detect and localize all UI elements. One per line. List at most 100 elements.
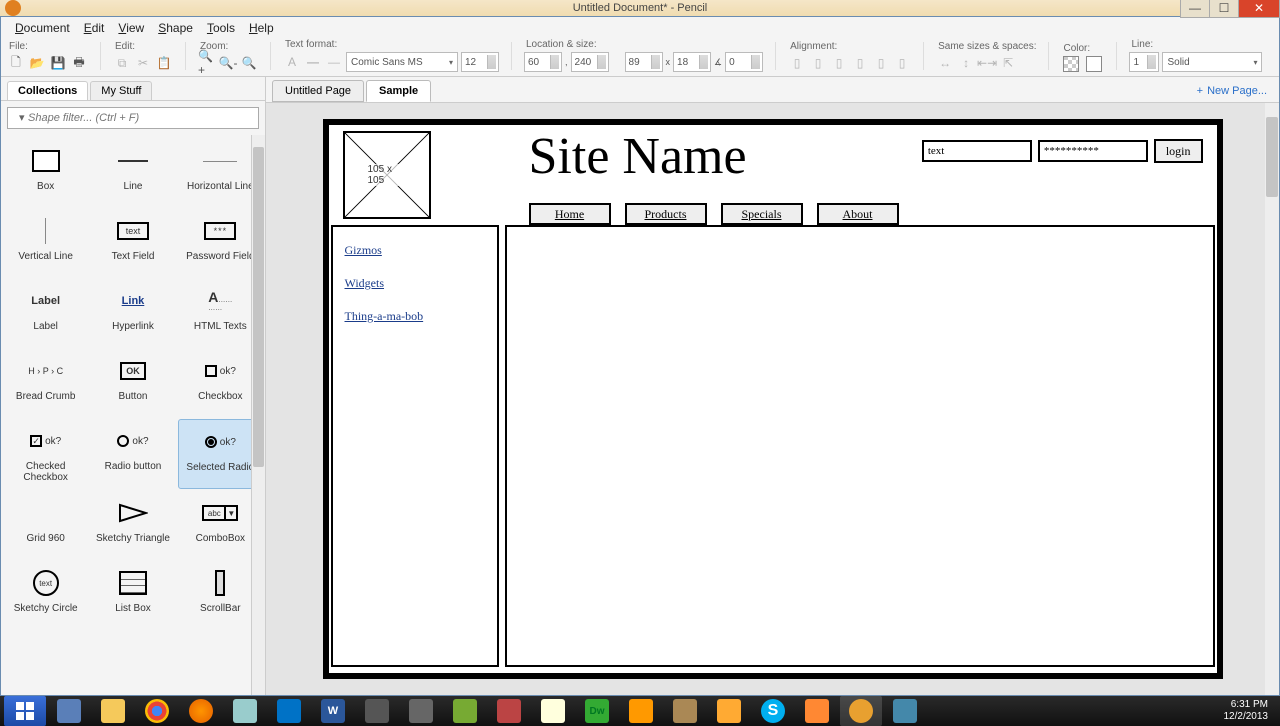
shape-triangle[interactable]: Sketchy Triangle: [90, 491, 175, 559]
line-style-select[interactable]: Solid: [1162, 52, 1262, 72]
taskbar-pencil-icon[interactable]: [840, 696, 882, 726]
menu-edit[interactable]: Edit: [78, 19, 111, 37]
align-center-icon[interactable]: ▯: [809, 54, 827, 72]
taskbar-app10-icon[interactable]: [884, 696, 926, 726]
font-color-icon[interactable]: A: [283, 53, 301, 71]
mockup-nav-products[interactable]: Products: [625, 203, 707, 225]
align-mid-icon[interactable]: ▯: [872, 54, 890, 72]
taskbar-firefox-icon[interactable]: [180, 696, 222, 726]
h-input[interactable]: 18: [673, 52, 711, 72]
w-input[interactable]: 89: [625, 52, 663, 72]
shape-radio[interactable]: ok?Radio button: [90, 419, 175, 489]
italic-icon[interactable]: —: [325, 53, 343, 71]
taskbar-skype-icon[interactable]: S: [752, 696, 794, 726]
mockup-link-gizmos[interactable]: Gizmos: [345, 243, 485, 258]
align-right-icon[interactable]: ▯: [830, 54, 848, 72]
taskbar-app3-icon[interactable]: [400, 696, 442, 726]
space-h-icon[interactable]: ⇤⇥: [978, 54, 996, 72]
menu-view[interactable]: View: [112, 19, 150, 37]
menu-document[interactable]: Document: [9, 19, 76, 37]
align-left-icon[interactable]: ▯: [788, 54, 806, 72]
mockup-login-button[interactable]: login: [1154, 139, 1203, 163]
space-v-icon[interactable]: ⇱: [999, 54, 1017, 72]
mockup-main-area[interactable]: [505, 225, 1215, 667]
mockup-nav-home[interactable]: Home: [529, 203, 611, 225]
taskbar-app7-icon[interactable]: [664, 696, 706, 726]
zoom-out-icon[interactable]: 🔍-: [219, 54, 237, 72]
stroke-color[interactable]: [1063, 56, 1079, 72]
taskbar-chrome-icon[interactable]: [136, 696, 178, 726]
mockup-link-thing[interactable]: Thing-a-ma-bob: [345, 309, 485, 324]
shape-button[interactable]: OKButton: [90, 349, 175, 417]
fill-color[interactable]: [1086, 56, 1102, 72]
taskbar-app8-icon[interactable]: [708, 696, 750, 726]
shape-vline[interactable]: Vertical Line: [3, 209, 88, 277]
mockup-sidebar[interactable]: Gizmos Widgets Thing-a-ma-bob: [331, 225, 499, 667]
system-clock[interactable]: 6:31 PM 12/2/2013: [1216, 699, 1277, 723]
x-input[interactable]: 60: [524, 52, 562, 72]
shape-listbox[interactable]: List Box: [90, 561, 175, 629]
menu-shape[interactable]: Shape: [152, 19, 199, 37]
taskbar-outlook-icon[interactable]: [268, 696, 310, 726]
shape-box[interactable]: Box: [3, 139, 88, 207]
minimize-button[interactable]: —: [1180, 0, 1210, 18]
new-file-icon[interactable]: 🗋: [7, 54, 25, 72]
maximize-button[interactable]: ☐: [1209, 0, 1239, 18]
y-input[interactable]: 240: [571, 52, 609, 72]
taskbar-app6-icon[interactable]: [620, 696, 662, 726]
taskbar-notepad-icon[interactable]: [532, 696, 574, 726]
bold-icon[interactable]: —: [304, 53, 322, 71]
page-tab-sample[interactable]: Sample: [366, 80, 431, 102]
shape-checked-checkbox[interactable]: ✓ok?Checked Checkbox: [3, 419, 88, 489]
copy-icon[interactable]: ⧉: [113, 54, 131, 72]
save-file-icon[interactable]: 💾: [49, 54, 67, 72]
palette-scrollbar[interactable]: [251, 135, 265, 695]
align-bot-icon[interactable]: ▯: [893, 54, 911, 72]
mockup-image-placeholder[interactable]: 105 x 105: [343, 131, 431, 219]
same-w-icon[interactable]: ↔: [936, 54, 954, 72]
paste-icon[interactable]: 📋: [155, 54, 173, 72]
mockup-username-input[interactable]: [922, 140, 1032, 162]
taskbar-folder-icon[interactable]: [92, 696, 134, 726]
zoom-reset-icon[interactable]: 🔍: [240, 54, 258, 72]
taskbar-app-icon[interactable]: [224, 696, 266, 726]
taskbar-explorer-icon[interactable]: [48, 696, 90, 726]
shape-line[interactable]: Line: [90, 139, 175, 207]
shape-filter-input[interactable]: [7, 107, 259, 129]
new-page-button[interactable]: +New Page...: [1197, 85, 1273, 97]
taskbar-word-icon[interactable]: W: [312, 696, 354, 726]
taskbar-app4-icon[interactable]: [444, 696, 486, 726]
align-top-icon[interactable]: ▯: [851, 54, 869, 72]
menu-tools[interactable]: Tools: [201, 19, 241, 37]
taskbar-app5-icon[interactable]: [488, 696, 530, 726]
start-button[interactable]: [4, 696, 46, 726]
mockup-nav-specials[interactable]: Specials: [721, 203, 803, 225]
canvas-scrollbar[interactable]: [1265, 103, 1279, 695]
font-select[interactable]: Comic Sans MS: [346, 52, 458, 72]
close-button[interactable]: ✕: [1238, 0, 1280, 18]
taskbar-app2-icon[interactable]: [356, 696, 398, 726]
cut-icon[interactable]: ✂: [134, 54, 152, 72]
mockup-site-title[interactable]: Site Name: [529, 127, 747, 186]
open-file-icon[interactable]: 📂: [28, 54, 46, 72]
print-icon[interactable]: 🖶: [70, 54, 88, 72]
tab-collections[interactable]: Collections: [7, 81, 88, 100]
shape-circle[interactable]: textSketchy Circle: [3, 561, 88, 629]
angle-input[interactable]: 0: [725, 52, 763, 72]
taskbar-dreamweaver-icon[interactable]: Dw: [576, 696, 618, 726]
mockup-link-widgets[interactable]: Widgets: [345, 276, 485, 291]
mockup-password-input[interactable]: [1038, 140, 1148, 162]
shape-hyperlink[interactable]: LinkHyperlink: [90, 279, 175, 347]
shape-grid960[interactable]: Grid 960: [3, 491, 88, 559]
shape-textfield[interactable]: textText Field: [90, 209, 175, 277]
mockup-nav-about[interactable]: About: [817, 203, 899, 225]
canvas-viewport[interactable]: 105 x 105 Site Name login Home Products: [266, 103, 1279, 695]
page-tab-untitled[interactable]: Untitled Page: [272, 80, 364, 102]
same-h-icon[interactable]: ↕: [957, 54, 975, 72]
line-width-input[interactable]: 1: [1129, 52, 1159, 72]
menu-help[interactable]: Help: [243, 19, 280, 37]
shape-label[interactable]: LabelLabel: [3, 279, 88, 347]
taskbar-app9-icon[interactable]: [796, 696, 838, 726]
font-size-input[interactable]: 12: [461, 52, 499, 72]
shape-breadcrumb[interactable]: H › P › CBread Crumb: [3, 349, 88, 417]
